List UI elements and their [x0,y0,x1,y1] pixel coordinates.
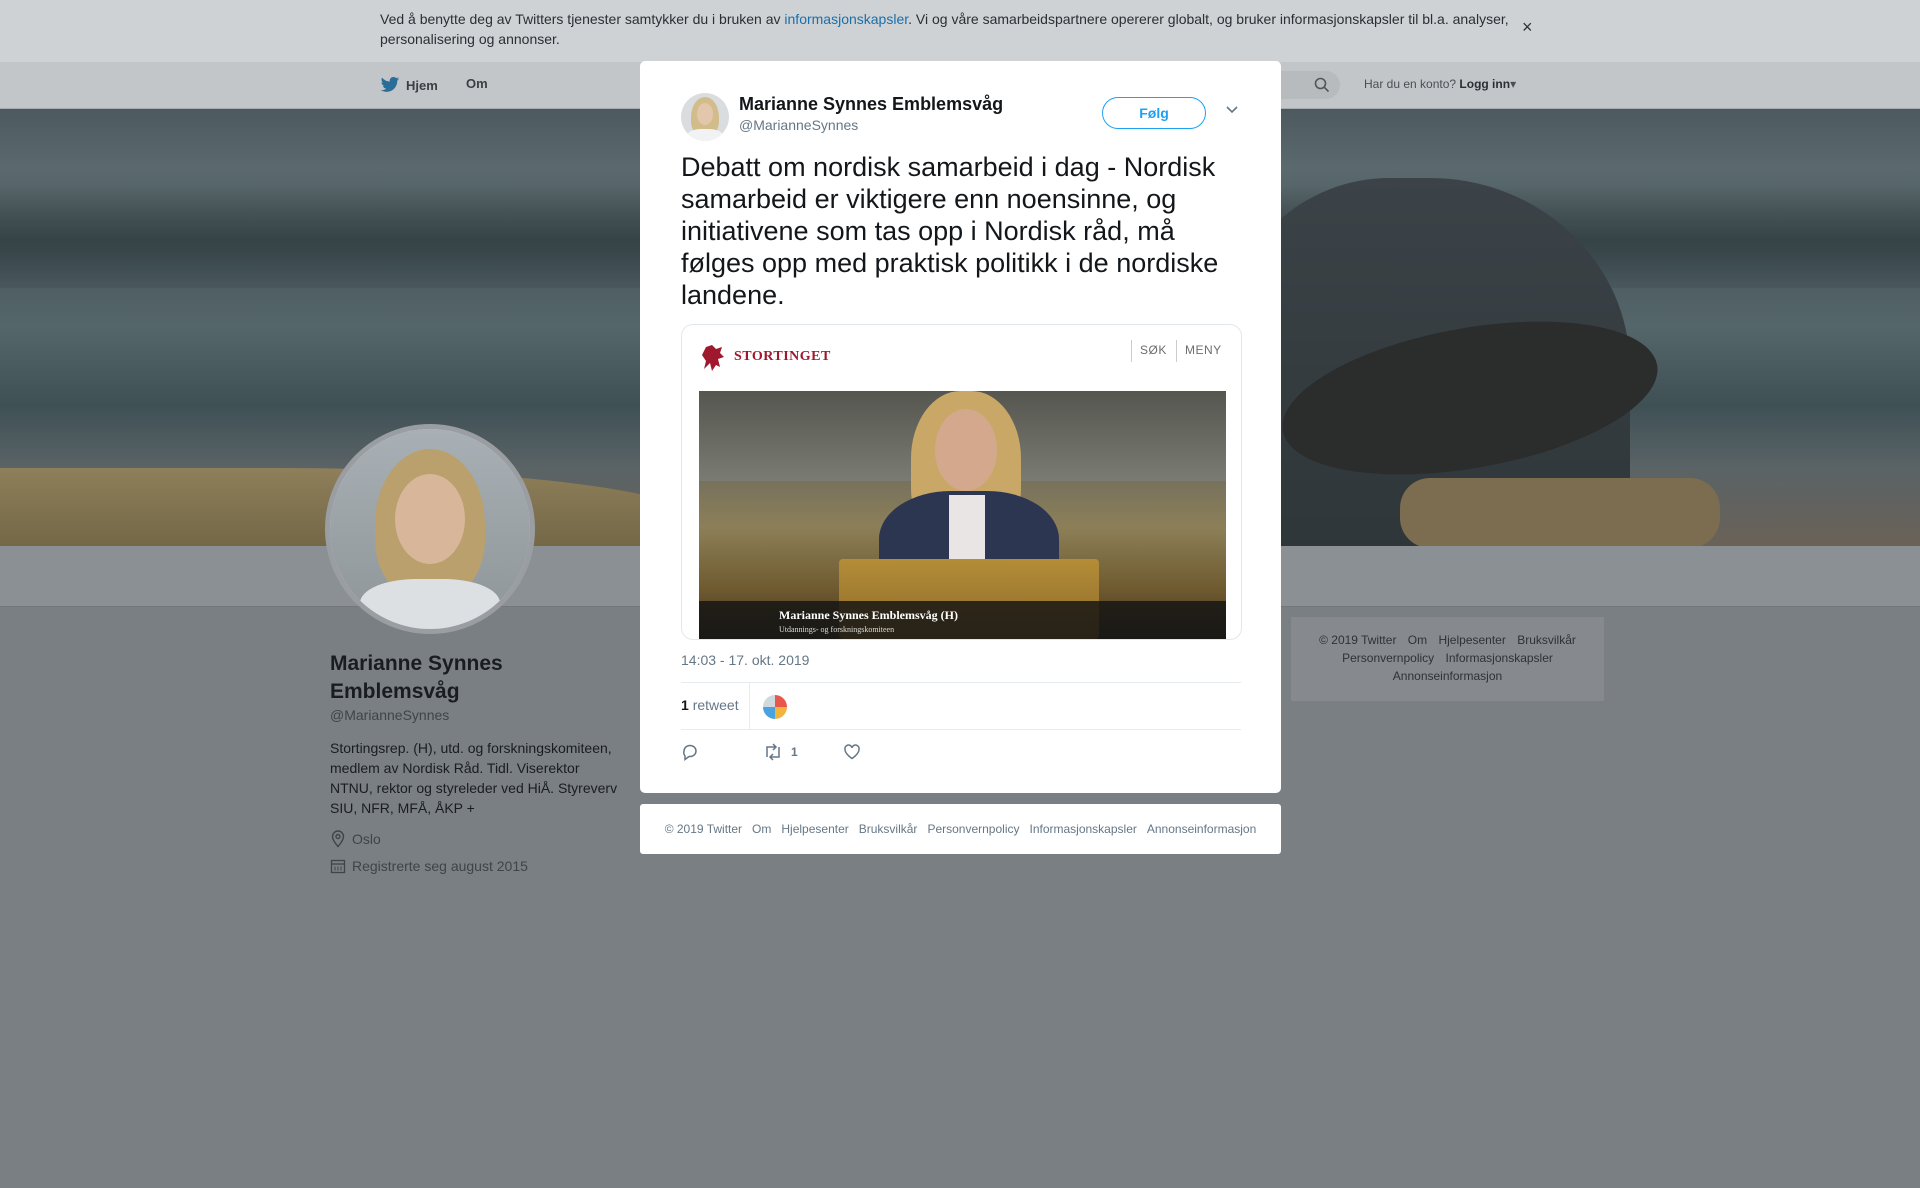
stortinget-logo: STORTINGET [698,341,831,373]
nav-about-link[interactable]: Om [466,76,488,91]
cookie-consent-bar: Ved å benytte deg av Twitters tjenester … [0,0,1920,62]
tweet-timestamp[interactable]: 14:03 - 17. okt. 2019 [681,652,809,668]
like-button[interactable] [843,743,861,761]
profile-location-text: Oslo [352,831,381,847]
footer-cookies[interactable]: Informasjonskapsler [1029,822,1136,836]
retweet-count: 1 [791,745,798,759]
video-caption-title: Marianne Synnes Emblemsvåg (H) [779,608,959,622]
profile-bio: Stortingsrep. (H), utd. og forskningskom… [330,740,618,816]
profile-location: Oslo [330,830,381,848]
cookie-consent-text: Ved å benytte deg av Twitters tjenester … [380,9,1520,49]
side-footer-about[interactable]: Om [1408,633,1427,647]
caret-down-icon: ▾ [1510,77,1517,91]
account-prompt: Har du en konto? [1364,77,1457,91]
tweet-stats: 1 retweet [681,682,1241,730]
video-thumbnail[interactable]: Marianne Synnes Emblemsvåg (H) Utdanning… [699,391,1226,639]
side-footer: © 2019 Twitter Om Hjelpesenter Bruksvilk… [1291,617,1604,701]
stortinget-menu-link[interactable]: MENY [1176,340,1222,362]
author-avatar[interactable] [681,93,729,141]
media-card[interactable]: STORTINGET SØK MENY Marianne Synnes Embl… [681,324,1242,640]
video-caption-subtitle: Utdannings- og forskningskomiteen [779,625,895,634]
cookie-text-before: Ved å benytte deg av Twitters tjenester … [380,11,785,27]
profile-joined-text: Registrerte seg august 2015 [352,858,528,874]
calendar-icon [330,859,346,874]
cookie-policy-link[interactable]: informasjonskapsler [784,11,908,27]
stortinget-logo-text: STORTINGET [734,349,831,364]
twitter-bird-icon [380,77,400,92]
profile-avatar[interactable] [325,424,535,634]
side-footer-privacy[interactable]: Personvernpolicy [1342,651,1434,665]
modal-footer: © 2019 Twitter Om Hjelpesenter Bruksvilk… [640,804,1281,854]
profile-joined: Registrerte seg august 2015 [330,858,528,874]
tweet-text: Debatt om nordisk samarbeid i dag - Nord… [681,152,1219,310]
author-name[interactable]: Marianne Synnes Emblemsvåg [739,94,1003,115]
footer-about[interactable]: Om [752,822,771,836]
reply-button[interactable] [681,743,699,761]
like-icon [844,744,860,760]
side-footer-cookies[interactable]: Informasjonskapsler [1446,651,1553,665]
retweet-stat-label: retweet [692,697,739,713]
tweet-modal: Marianne Synnes Emblemsvåg @MarianneSynn… [640,61,1281,793]
retweeter-avatar[interactable] [763,695,787,719]
side-footer-copyright: © 2019 Twitter [1319,633,1397,647]
reply-icon [683,744,697,761]
footer-privacy[interactable]: Personvernpolicy [927,822,1019,836]
retweet-button[interactable]: 1 [763,743,798,761]
side-footer-ads-info[interactable]: Annonseinformasjon [1393,669,1502,683]
nav-home-label: Hjem [406,77,438,93]
search-icon [1314,77,1330,93]
footer-help[interactable]: Hjelpesenter [781,822,848,836]
account-login: Har du en konto? Logg inn▾ [1364,77,1516,91]
nav-home-link[interactable]: Hjem [380,76,438,94]
retweet-stat[interactable]: 1 retweet [681,697,739,713]
video-caption: Marianne Synnes Emblemsvåg (H) Utdanning… [699,601,1226,639]
retweet-stat-count: 1 [681,697,689,713]
stortinget-lion-icon [702,345,724,371]
follow-button[interactable]: Følg [1102,97,1206,129]
location-pin-icon [331,830,345,848]
author-handle: @MarianneSynnes [739,117,859,133]
side-footer-help[interactable]: Hjelpesenter [1438,633,1505,647]
stortinget-search-link[interactable]: SØK [1131,340,1167,362]
tweet-actions: 1 [681,743,1241,773]
footer-terms[interactable]: Bruksvilkår [859,822,918,836]
chevron-down-icon[interactable] [1225,105,1239,115]
retweet-icon [766,743,780,761]
footer-copyright: © 2019 Twitter [664,822,743,836]
profile-handle: @MarianneSynnes [330,707,450,723]
side-footer-terms[interactable]: Bruksvilkår [1517,633,1576,647]
profile-name: Marianne Synnes Emblemsvåg [330,652,503,703]
cookie-close-icon[interactable]: × [1522,17,1533,38]
login-link[interactable]: Logg inn [1459,77,1510,91]
footer-ads-info[interactable]: Annonseinformasjon [1147,822,1256,836]
